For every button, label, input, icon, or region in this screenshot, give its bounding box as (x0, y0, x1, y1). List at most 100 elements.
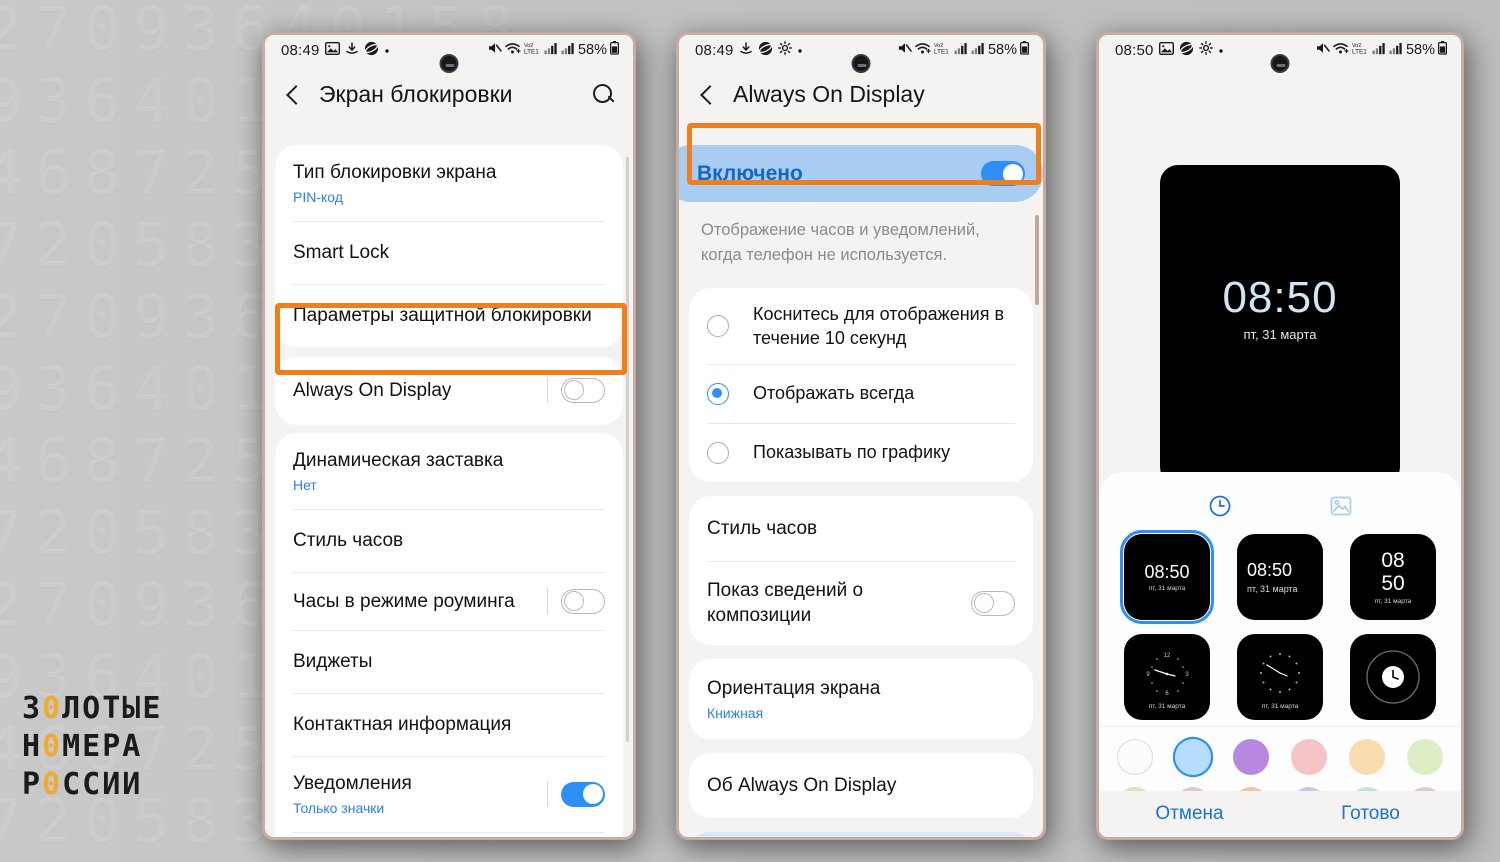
sidebar-item-screen-orientation[interactable]: Ориентация экрана Книжная (689, 659, 1033, 739)
sheet-action-buttons: Отмена Готово (1099, 791, 1461, 837)
sidebar-item-shortcuts[interactable]: Ярлыки Телефон, Камера (275, 832, 623, 837)
roaming-clock-toggle[interactable] (561, 588, 605, 614)
search-icon[interactable] (592, 83, 615, 106)
sidebar-item-lock-type[interactable]: Тип блокировки экрана PIN-код (275, 145, 623, 221)
sidebar-item-notifications[interactable]: Уведомления Только значки (275, 756, 623, 832)
sidebar-item-contact-info[interactable]: Контактная информация (275, 693, 623, 756)
phone1-app-bar: Экран блокировки (265, 65, 633, 126)
scrollbar[interactable] (1035, 215, 1039, 305)
tab-image-icon[interactable] (1329, 494, 1353, 518)
phone-always-on-display-settings: 08:49 Vo2 LTE1 58% Always On Display Вкл… (676, 32, 1046, 840)
always-on-display-toggle[interactable] (561, 377, 605, 403)
list-item-subtitle: Нет (293, 477, 317, 493)
tab-clock-icon[interactable] (1208, 494, 1232, 518)
always-on-display-toggle[interactable] (981, 161, 1025, 186)
cancel-button[interactable]: Отмена (1099, 803, 1280, 825)
looking-for-something-else-card: Ищете что-то другое? Информация о зарядк… (689, 832, 1033, 837)
clock-style-analog-numbers[interactable]: 12 3 6 9 пт, 31 марта (1124, 634, 1210, 720)
radio-button[interactable] (707, 382, 729, 405)
radio-option-tap-to-show[interactable]: Коснитесь для отображения в течение 10 с… (689, 288, 1033, 364)
svg-text:LTE1: LTE1 (1352, 49, 1367, 56)
watermark-line-3: Р0ССИИ (22, 767, 143, 802)
toggle-group (547, 588, 605, 614)
browser-icon (758, 41, 773, 60)
divider (547, 588, 548, 614)
list-item-subtitle: PIN-код (293, 189, 343, 205)
sidebar-item-clock-style[interactable]: Стиль часов (275, 509, 623, 572)
analog-clock-icon (1260, 652, 1300, 693)
back-icon[interactable] (697, 85, 717, 105)
page-title: Always On Display (733, 81, 925, 107)
clock-style-sheet: 08:50 пт, 31 марта 08:50 пт, 31 марта 08… (1099, 472, 1461, 823)
notifications-toggle[interactable] (561, 781, 605, 807)
back-icon[interactable] (283, 85, 303, 105)
radio-button[interactable] (707, 315, 729, 337)
radio-option-always-show[interactable]: Отображать всегда (689, 364, 1033, 423)
list-item-label: Часы в режиме роуминга (293, 590, 515, 612)
list-item-label: Виджеты (293, 651, 373, 672)
sidebar-item-secure-lock-settings[interactable]: Параметры защитной блокировки (275, 284, 623, 347)
swatch-white[interactable] (1117, 739, 1153, 775)
camera-punch-hole (1270, 54, 1290, 73)
gear-icon (1198, 41, 1213, 59)
battery-percent: 58% (987, 42, 1017, 58)
image-icon (1158, 41, 1174, 59)
settings-card-about-aod: Об Always On Display (689, 753, 1033, 818)
phone1-settings-list[interactable]: Тип блокировки экрана PIN-код Smart Lock… (265, 145, 633, 837)
swatch-pink[interactable] (1291, 739, 1327, 775)
swatch-light-blue[interactable] (1175, 739, 1211, 775)
radio-button[interactable] (707, 441, 729, 464)
dot-icon (384, 43, 390, 58)
svg-text:12: 12 (1164, 653, 1171, 659)
music-info-toggle[interactable] (971, 590, 1015, 616)
sidebar-item-smart-lock[interactable]: Smart Lock (275, 221, 623, 284)
clock-style-analog-ring[interactable] (1350, 634, 1436, 720)
phone1-screen: 08:49 Vo2 LTE1 58% Экран блокировки Тип … (265, 35, 633, 837)
style-time: 08 50 (1381, 549, 1405, 595)
clock-style-analog-dots[interactable]: пт, 31 марта (1237, 634, 1323, 720)
sidebar-item-about-aod[interactable]: Об Always On Display (689, 753, 1033, 818)
mute-icon (897, 41, 912, 59)
style-date: пт, 31 марта (1247, 584, 1298, 594)
watermark-zero-icon: 0 (42, 729, 63, 764)
volte-icon: Vo2 LTE1 (1352, 41, 1369, 59)
sidebar-item-clock-style[interactable]: Стиль часов (689, 496, 1033, 561)
sidebar-item-dynamic-wallpaper[interactable]: Динамическая заставка Нет (275, 433, 623, 509)
list-item-label: Стиль часов (707, 518, 818, 539)
wifi-icon (1333, 42, 1349, 59)
analog-ring-clock-icon (1366, 650, 1420, 704)
divider (547, 377, 548, 403)
swatch-peach[interactable] (1349, 739, 1385, 775)
battery-icon (1437, 41, 1448, 59)
done-button[interactable]: Готово (1280, 803, 1461, 825)
phone2-settings-list[interactable]: Включено Отображение часов и уведомлений… (679, 145, 1043, 837)
list-item-label: Smart Lock (293, 242, 390, 263)
phone2-app-bar: Always On Display (679, 65, 1043, 126)
status-clock: 08:49 (281, 41, 320, 59)
list-item-label: Параметры защитной блокировки (293, 305, 592, 326)
clock-style-digital[interactable]: 08:50 пт, 31 марта (1120, 530, 1214, 624)
sidebar-item-always-on-display[interactable]: Always On Display (275, 357, 623, 425)
list-item-label: Коснитесь для отображения в течение 10 с… (753, 304, 1005, 348)
style-time: 08:50 (1144, 562, 1190, 582)
volte-icon: Vo2 LTE1 (934, 41, 951, 59)
always-on-display-enabled-row[interactable]: Включено (679, 145, 1043, 202)
browser-icon (1179, 41, 1194, 60)
list-item-label: Об Always On Display (707, 775, 897, 796)
sidebar-item-music-info[interactable]: Показ сведений о композиции (689, 561, 1033, 645)
list-item-label: Контактная информация (293, 714, 512, 735)
gear-icon (777, 41, 792, 59)
clock-style-digital-left[interactable]: 08:50 пт, 31 марта (1237, 534, 1323, 620)
page-title: Экран блокировки (319, 81, 513, 107)
scrollbar[interactable] (626, 157, 629, 742)
clock-style-digital-stacked[interactable]: 08 50 пт, 31 марта (1350, 534, 1436, 620)
swatch-purple[interactable] (1233, 739, 1269, 775)
radio-option-scheduled[interactable]: Показывать по графику (689, 423, 1033, 482)
list-item-label: Стиль часов (293, 530, 404, 551)
watermark-zero-icon: 0 (42, 767, 63, 802)
browser-icon (364, 41, 379, 60)
sidebar-item-widgets[interactable]: Виджеты (275, 630, 623, 693)
phone-lock-screen-settings: 08:49 Vo2 LTE1 58% Экран блокировки Тип … (262, 32, 636, 840)
sidebar-item-roaming-clock[interactable]: Часы в режиме роуминга (275, 572, 623, 630)
swatch-light-green[interactable] (1407, 739, 1443, 775)
